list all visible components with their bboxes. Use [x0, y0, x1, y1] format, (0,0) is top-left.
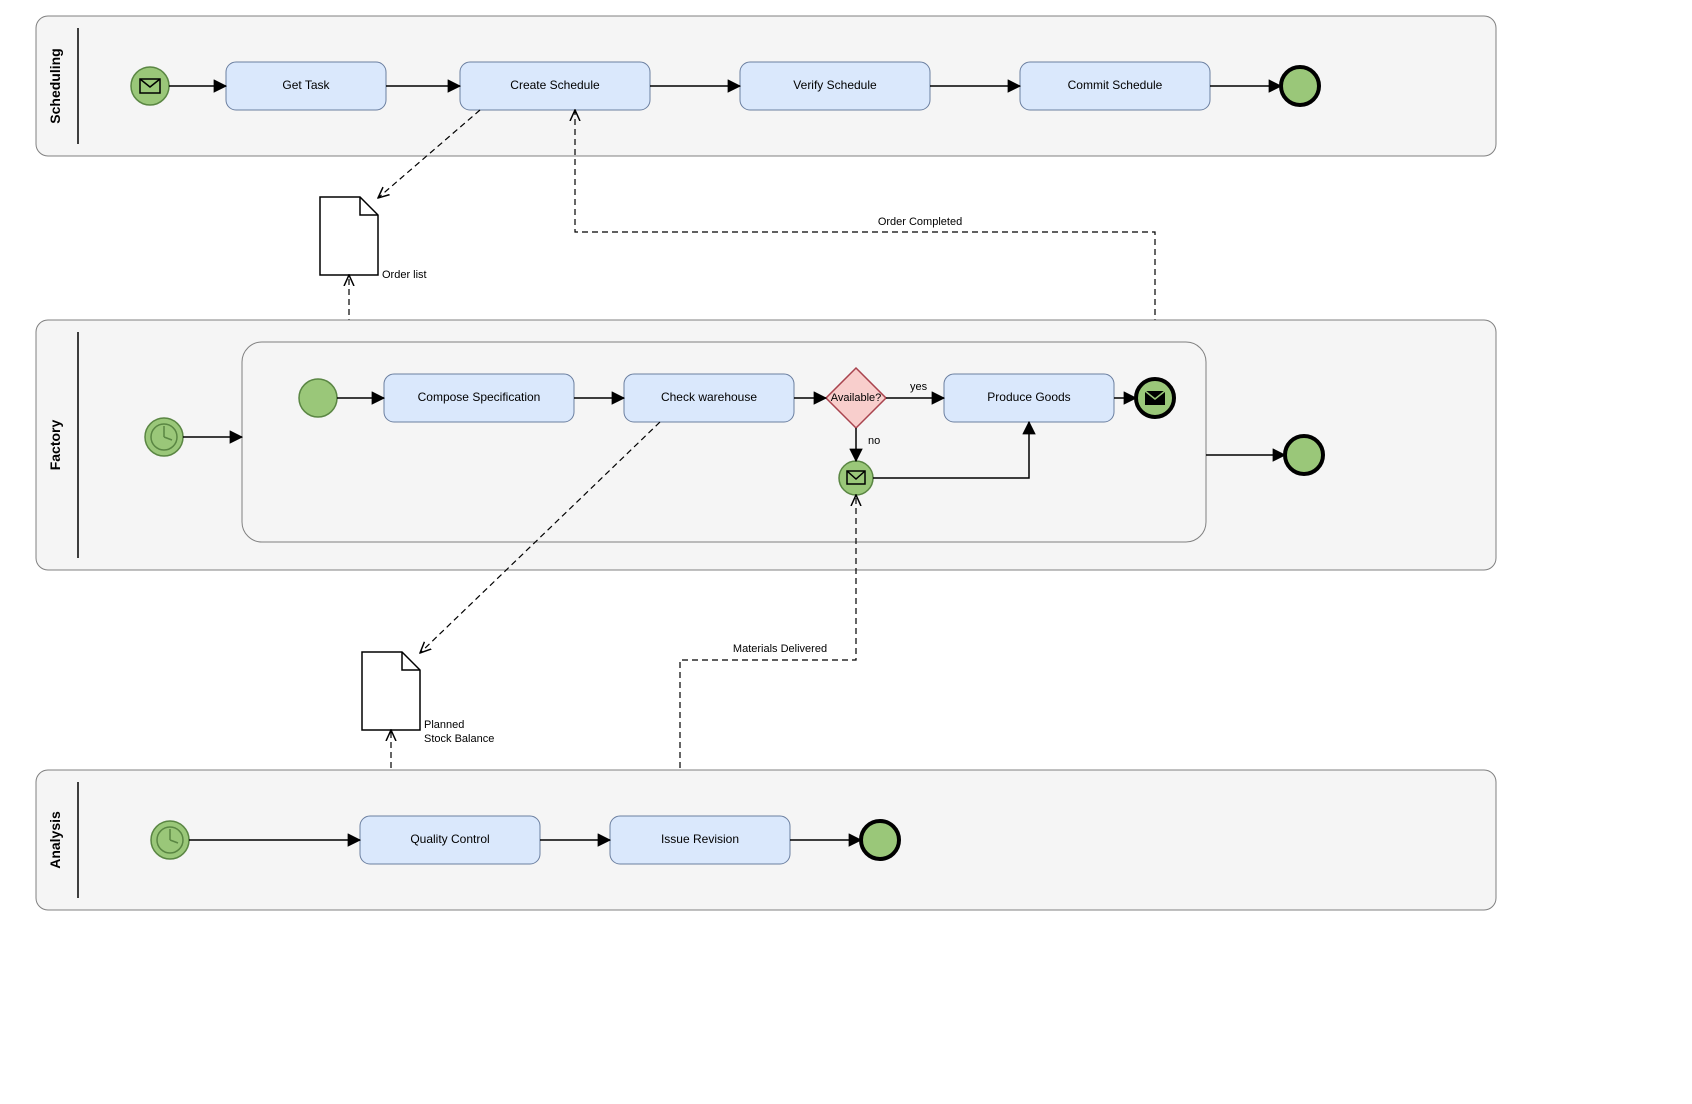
no-label: no — [868, 435, 880, 447]
commit-schedule-task: Commit Schedule — [1020, 62, 1210, 110]
factory-lane: Factory Compose Specification Check ware… — [36, 320, 1496, 570]
svg-text:Create Schedule: Create Schedule — [510, 78, 600, 92]
check-warehouse-task: Check warehouse — [624, 374, 794, 422]
svg-text:Get Task: Get Task — [282, 78, 330, 92]
order-completed-label: Order Completed — [878, 216, 962, 228]
issue-revision-task: Issue Revision — [610, 816, 790, 864]
scheduling-lane-label: Scheduling — [47, 48, 63, 123]
scheduling-end-event — [1281, 67, 1319, 105]
subprocess-start-event — [299, 379, 337, 417]
factory-timer-start — [145, 418, 183, 456]
get-task: Get Task — [226, 62, 386, 110]
analysis-timer-start — [151, 821, 189, 859]
bpmn-diagram: Scheduling Get Task Create Schedule Veri… — [0, 0, 1692, 1104]
svg-text:Check warehouse: Check warehouse — [661, 390, 757, 404]
svg-text:Compose Specification: Compose Specification — [418, 390, 541, 404]
scheduling-lane: Scheduling Get Task Create Schedule Veri… — [36, 16, 1496, 156]
scheduling-start-event — [131, 67, 169, 105]
order-list-label: Order list — [382, 269, 427, 281]
svg-text:Verify Schedule: Verify Schedule — [793, 78, 877, 92]
produce-goods-task: Produce Goods — [944, 374, 1114, 422]
svg-text:Produce Goods: Produce Goods — [987, 390, 1070, 404]
compose-spec-task: Compose Specification — [384, 374, 574, 422]
factory-end-event — [1285, 436, 1323, 474]
svg-text:Quality Control: Quality Control — [410, 832, 489, 846]
yes-label: yes — [910, 381, 928, 393]
envelope-icon — [1145, 391, 1165, 405]
analysis-end-event — [861, 821, 899, 859]
factory-lane-label: Factory — [47, 420, 63, 471]
planned-stock-document: Planned Stock Balance — [362, 652, 494, 745]
planned-stock-label-line1: Planned — [424, 719, 464, 731]
verify-schedule-task: Verify Schedule — [740, 62, 930, 110]
svg-text:Issue Revision: Issue Revision — [661, 832, 739, 846]
materials-catch-event — [839, 461, 873, 495]
create-schedule-task: Create Schedule — [460, 62, 650, 110]
svg-text:Commit Schedule: Commit Schedule — [1068, 78, 1163, 92]
materials-delivered-label: Materials Delivered — [733, 643, 827, 655]
analysis-lane: Analysis Quality Control Issue Revision — [36, 770, 1496, 910]
quality-control-task: Quality Control — [360, 816, 540, 864]
order-list-document: Order list — [320, 197, 427, 281]
subprocess-message-end — [1136, 379, 1174, 417]
analysis-lane-label: Analysis — [47, 811, 63, 869]
planned-stock-label-line2: Stock Balance — [424, 733, 494, 745]
svg-text:Available?: Available? — [831, 392, 882, 404]
